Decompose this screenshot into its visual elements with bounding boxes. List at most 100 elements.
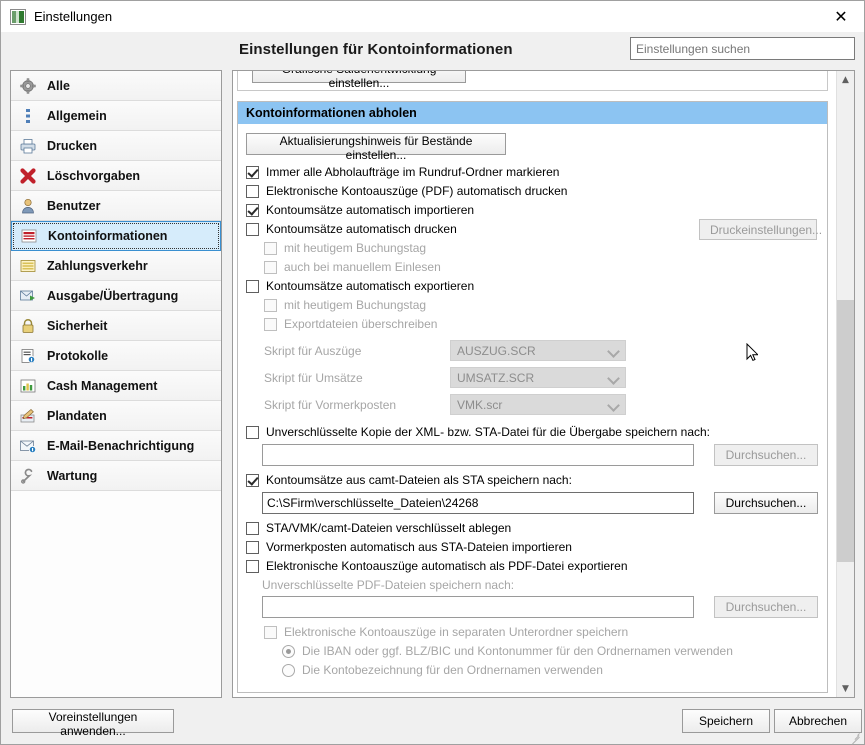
path-row-unencrypted-copy: Durchsuchen... bbox=[262, 444, 819, 466]
combo-value: VMK.scr bbox=[457, 397, 503, 412]
scrollbar-thumb[interactable] bbox=[837, 300, 854, 562]
checkbox-row-camt-as-sta[interactable]: Kontoumsätze aus camt-Dateien als STA sp… bbox=[246, 473, 819, 487]
sidebar-item-cash-management[interactable]: Cash Management bbox=[11, 371, 221, 401]
document-red-icon bbox=[21, 229, 37, 243]
browse-button-pdf[interactable]: Durchsuchen... bbox=[714, 596, 818, 618]
checkbox-import-vormerkposten[interactable] bbox=[246, 540, 259, 554]
balance-chart-button[interactable]: Grafische Saldenentwicklung einstellen..… bbox=[252, 71, 466, 90]
sidebar-empty-area bbox=[11, 491, 221, 697]
checkbox-row-export-today-booking: mit heutigem Buchungstag bbox=[264, 298, 819, 312]
combo-label: Skript für Auszüge bbox=[264, 343, 362, 358]
sidebar-item-sicherheit[interactable]: Sicherheit bbox=[11, 311, 221, 341]
unencrypted-copy-path-input[interactable] bbox=[262, 444, 694, 466]
checkbox-print-pdf-statements[interactable] bbox=[246, 184, 259, 198]
checkbox-export-today-booking bbox=[264, 298, 277, 312]
log-icon bbox=[21, 348, 36, 363]
checkbox-label: mit heutigem Buchungstag bbox=[284, 298, 427, 312]
radio-label: Die Kontobezeichnung für den Ordnernamen… bbox=[302, 663, 603, 677]
checkbox-print-today-booking bbox=[264, 241, 277, 255]
radio-iban bbox=[282, 644, 295, 658]
apply-presets-button[interactable]: Voreinstellungen anwenden... bbox=[12, 709, 174, 738]
checkbox-row-print-pdf-statements[interactable]: Elektronische Kontoauszüge (PDF) automat… bbox=[246, 184, 819, 198]
sidebar-item-allgemein[interactable]: Allgemein bbox=[11, 101, 221, 131]
checkbox-row-export-turnovers[interactable]: Kontoumsätze automatisch exportieren bbox=[246, 279, 819, 293]
sidebar-item-alle[interactable]: Alle bbox=[11, 71, 221, 101]
form-yellow-icon bbox=[20, 259, 36, 272]
scrollbar-track[interactable] bbox=[837, 88, 854, 680]
browse-button-unencrypted-copy[interactable]: Durchsuchen... bbox=[714, 444, 818, 466]
checkbox-unencrypted-copy[interactable] bbox=[246, 425, 259, 439]
cancel-button[interactable]: Abbrechen bbox=[774, 709, 862, 733]
print-settings-button[interactable]: Druckeinstellungen... bbox=[699, 219, 822, 240]
combo-umsaetze[interactable]: UMSATZ.SCR bbox=[450, 367, 626, 388]
checkbox-import-turnovers[interactable] bbox=[246, 203, 259, 217]
camt-sta-path-input[interactable] bbox=[262, 492, 694, 514]
sidebar-item-drucken[interactable]: Drucken bbox=[11, 131, 221, 161]
sidebar-item-label: Zahlungsverkehr bbox=[47, 258, 148, 273]
checkbox-row-print-turnovers[interactable]: Kontoumsätze automatisch drucken Druckei… bbox=[246, 219, 822, 240]
close-icon[interactable]: ✕ bbox=[818, 1, 864, 32]
app-icon bbox=[10, 8, 26, 25]
checkbox-overwrite-export-files bbox=[264, 317, 277, 331]
checkbox-row-mark-all-pickup[interactable]: Immer alle Abholaufträge im Rundruf-Ordn… bbox=[246, 165, 819, 179]
save-button[interactable]: Speichern bbox=[682, 709, 770, 733]
combo-vormerkposten[interactable]: VMK.scr bbox=[450, 394, 626, 415]
dialog-footer: Voreinstellungen anwenden... Speichern A… bbox=[1, 698, 864, 745]
checkbox-print-turnovers[interactable] bbox=[246, 222, 259, 236]
checkbox-label: STA/VMK/camt-Dateien verschlüsselt ableg… bbox=[266, 521, 512, 535]
checkbox-row-import-vormerkposten[interactable]: Vormerkposten automatisch aus STA-Dateie… bbox=[246, 540, 819, 554]
sidebar-item-label: Plandaten bbox=[47, 408, 107, 423]
vertical-scrollbar[interactable]: ▲ ▼ bbox=[836, 71, 854, 697]
sidebar-item-label: Cash Management bbox=[47, 378, 158, 393]
checkbox-label: Kontoumsätze automatisch exportieren bbox=[266, 279, 475, 293]
checkbox-export-turnovers[interactable] bbox=[246, 279, 259, 293]
sidebar-item-wartung[interactable]: Wartung bbox=[11, 461, 221, 491]
checkbox-store-encrypted[interactable] bbox=[246, 521, 259, 535]
checkbox-row-separate-subfolder: Elektronische Kontoauszüge in separaten … bbox=[264, 625, 819, 639]
checkbox-camt-as-sta[interactable] bbox=[246, 473, 259, 487]
combo-auszuege[interactable]: AUSZUG.SCR bbox=[450, 340, 626, 361]
sidebar-item-benutzer[interactable]: Benutzer bbox=[11, 191, 221, 221]
checkbox-row-store-encrypted[interactable]: STA/VMK/camt-Dateien verschlüsselt ableg… bbox=[246, 521, 819, 535]
sidebar-item-protokolle[interactable]: Protokolle bbox=[11, 341, 221, 371]
radio-row-iban: Die IBAN oder ggf. BLZ/BIC und Kontonumm… bbox=[282, 644, 819, 658]
checkbox-label: mit heutigem Buchungstag bbox=[284, 241, 427, 255]
combo-label: Skript für Vormerkposten bbox=[264, 397, 397, 412]
checkbox-row-import-turnovers[interactable]: Kontoumsätze automatisch importieren bbox=[246, 203, 819, 217]
chart-icon bbox=[20, 379, 36, 392]
checkbox-row-export-pdf[interactable]: Elektronische Kontoauszüge automatisch a… bbox=[246, 559, 819, 573]
sidebar-item-loeschvorgaben[interactable]: Löschvorgaben bbox=[11, 161, 221, 191]
checkbox-label: Kontoumsätze aus camt-Dateien als STA sp… bbox=[266, 473, 572, 487]
sidebar-item-label: Löschvorgaben bbox=[47, 168, 141, 183]
sidebar-item-kontoinformationen[interactable]: Kontoinformationen bbox=[11, 221, 221, 251]
red-x-icon bbox=[20, 167, 36, 184]
printer-icon bbox=[20, 138, 36, 153]
sidebar-item-zahlungsverkehr[interactable]: Zahlungsverkehr bbox=[11, 251, 221, 281]
wrench-icon bbox=[20, 468, 33, 484]
sidebar-item-label: Kontoinformationen bbox=[48, 229, 168, 243]
sidebar-item-label: Sicherheit bbox=[47, 318, 108, 333]
scroll-up-icon[interactable]: ▲ bbox=[837, 71, 854, 88]
sidebar-item-ausgabe-uebertragung[interactable]: Ausgabe/Übertragung bbox=[11, 281, 221, 311]
checkbox-mark-all-pickup[interactable] bbox=[246, 165, 259, 179]
chevron-down-icon bbox=[607, 372, 620, 385]
checkbox-separate-subfolder bbox=[264, 625, 277, 639]
resize-grip-icon[interactable] bbox=[850, 731, 862, 745]
pdf-path-input[interactable] bbox=[262, 596, 694, 618]
checkbox-row-overwrite-export-files: Exportdateien überschreiben bbox=[264, 317, 819, 331]
sidebar-item-plandaten[interactable]: Plandaten bbox=[11, 401, 221, 431]
sidebar-item-label: E-Mail-Benachrichtigung bbox=[47, 438, 195, 453]
combo-value: AUSZUG.SCR bbox=[457, 343, 536, 358]
checkbox-export-pdf[interactable] bbox=[246, 559, 259, 573]
checkbox-label: auch bei manuellem Einlesen bbox=[284, 260, 441, 274]
search-input[interactable] bbox=[630, 37, 855, 60]
group-title: Kontoinformationen abholen bbox=[238, 102, 827, 124]
sidebar-item-email-benachrichtigung[interactable]: E-Mail-Benachrichtigung bbox=[11, 431, 221, 461]
chevron-down-icon bbox=[607, 345, 620, 358]
browse-button-camt-sta[interactable]: Durchsuchen... bbox=[714, 492, 818, 514]
checkbox-row-unencrypted-copy[interactable]: Unverschlüsselte Kopie der XML- bzw. STA… bbox=[246, 425, 819, 439]
mail-icon bbox=[20, 440, 37, 453]
gear-icon bbox=[20, 77, 36, 94]
scroll-down-icon[interactable]: ▼ bbox=[837, 680, 854, 697]
update-hint-button[interactable]: Aktualisierungshinweis für Bestände eins… bbox=[246, 133, 506, 162]
